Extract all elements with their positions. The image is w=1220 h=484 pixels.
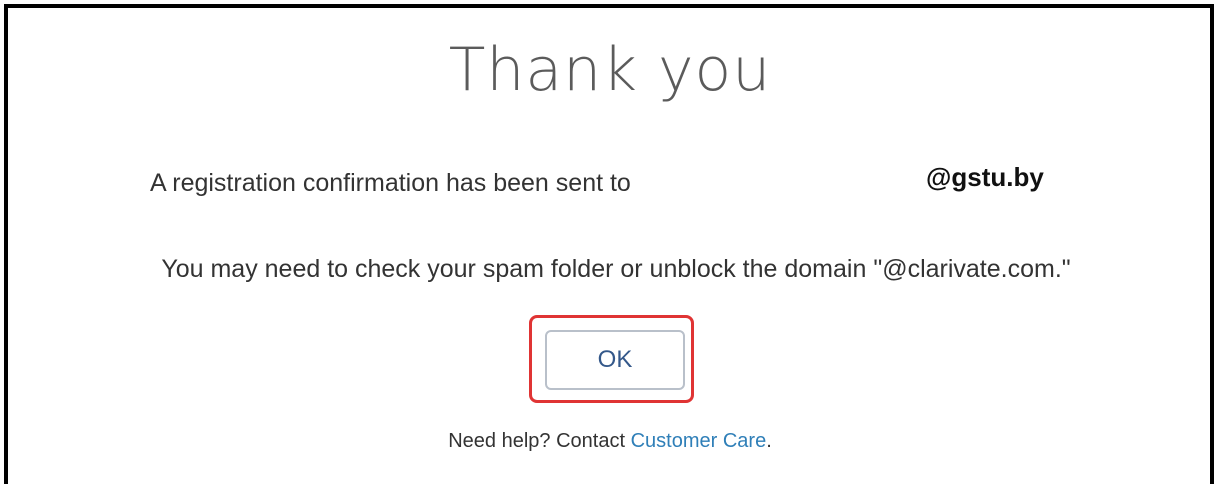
spam-notice: You may need to check your spam folder o… <box>161 255 1071 283</box>
help-suffix: . <box>766 430 772 452</box>
confirmation-text: A registration confirmation has been sen… <box>150 169 631 197</box>
ok-button[interactable]: OK <box>545 330 685 390</box>
email-address: @gstu.by <box>926 162 1044 192</box>
dialog-title: Thank you <box>448 35 772 105</box>
customer-care-link[interactable]: Customer Care <box>631 430 767 452</box>
help-line: Need help? Contact Customer Care. <box>0 426 1220 456</box>
help-prefix: Need help? Contact <box>448 430 626 452</box>
